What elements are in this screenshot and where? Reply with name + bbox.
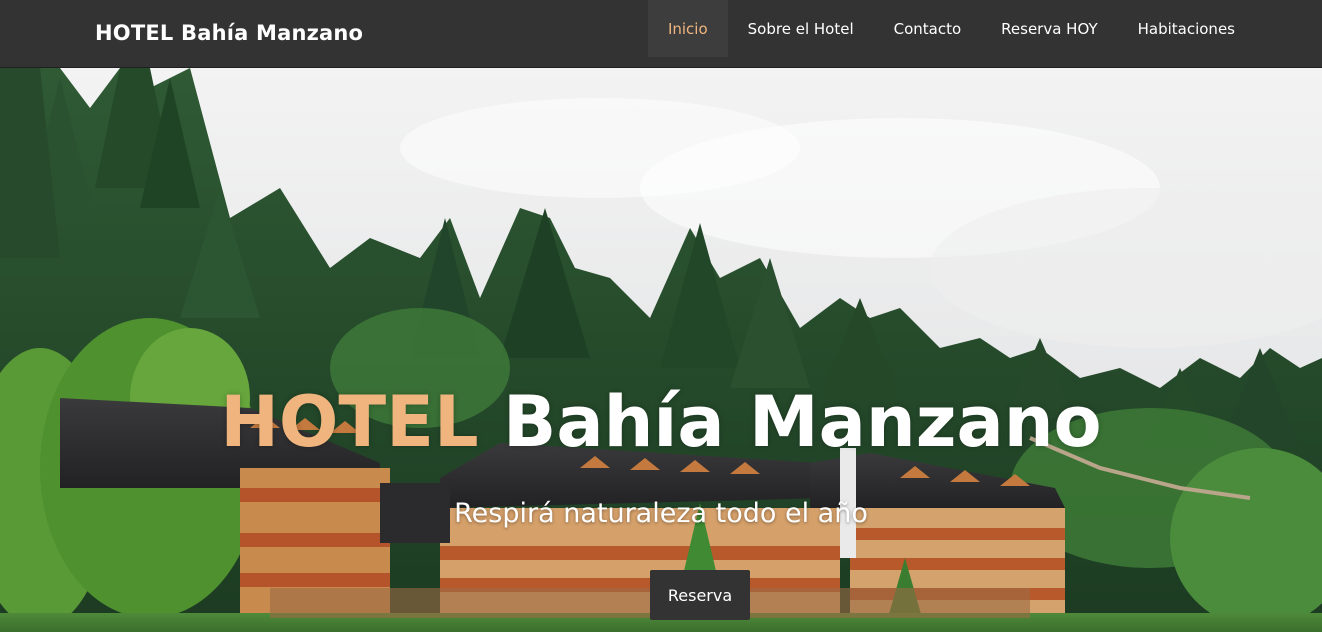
nav-item-reserva-hoy[interactable]: Reserva HOY (981, 0, 1117, 57)
hero-subtitle: Respirá naturaleza todo el año (454, 498, 868, 529)
hero-title-accent: HOTEL (220, 381, 479, 463)
brand-logo[interactable]: HOTEL Bahía Manzano (95, 19, 363, 47)
hero-section: HOTEL Bahía Manzano Respirá naturaleza t… (0, 68, 1322, 632)
reserva-button[interactable]: Reserva (650, 570, 750, 620)
hero-title: HOTEL Bahía Manzano (0, 380, 1322, 464)
main-nav: Inicio Sobre el Hotel Contacto Reserva H… (647, 0, 1255, 57)
top-navbar: HOTEL Bahía Manzano Inicio Sobre el Hote… (0, 0, 1322, 68)
hero-background-image (0, 68, 1322, 632)
hero-title-rest: Bahía Manzano (502, 381, 1102, 463)
nav-item-inicio[interactable]: Inicio (647, 0, 728, 57)
nav-item-habitaciones[interactable]: Habitaciones (1118, 0, 1255, 57)
nav-item-contacto[interactable]: Contacto (874, 0, 982, 57)
nav-item-sobre-el-hotel[interactable]: Sobre el Hotel (728, 0, 874, 57)
